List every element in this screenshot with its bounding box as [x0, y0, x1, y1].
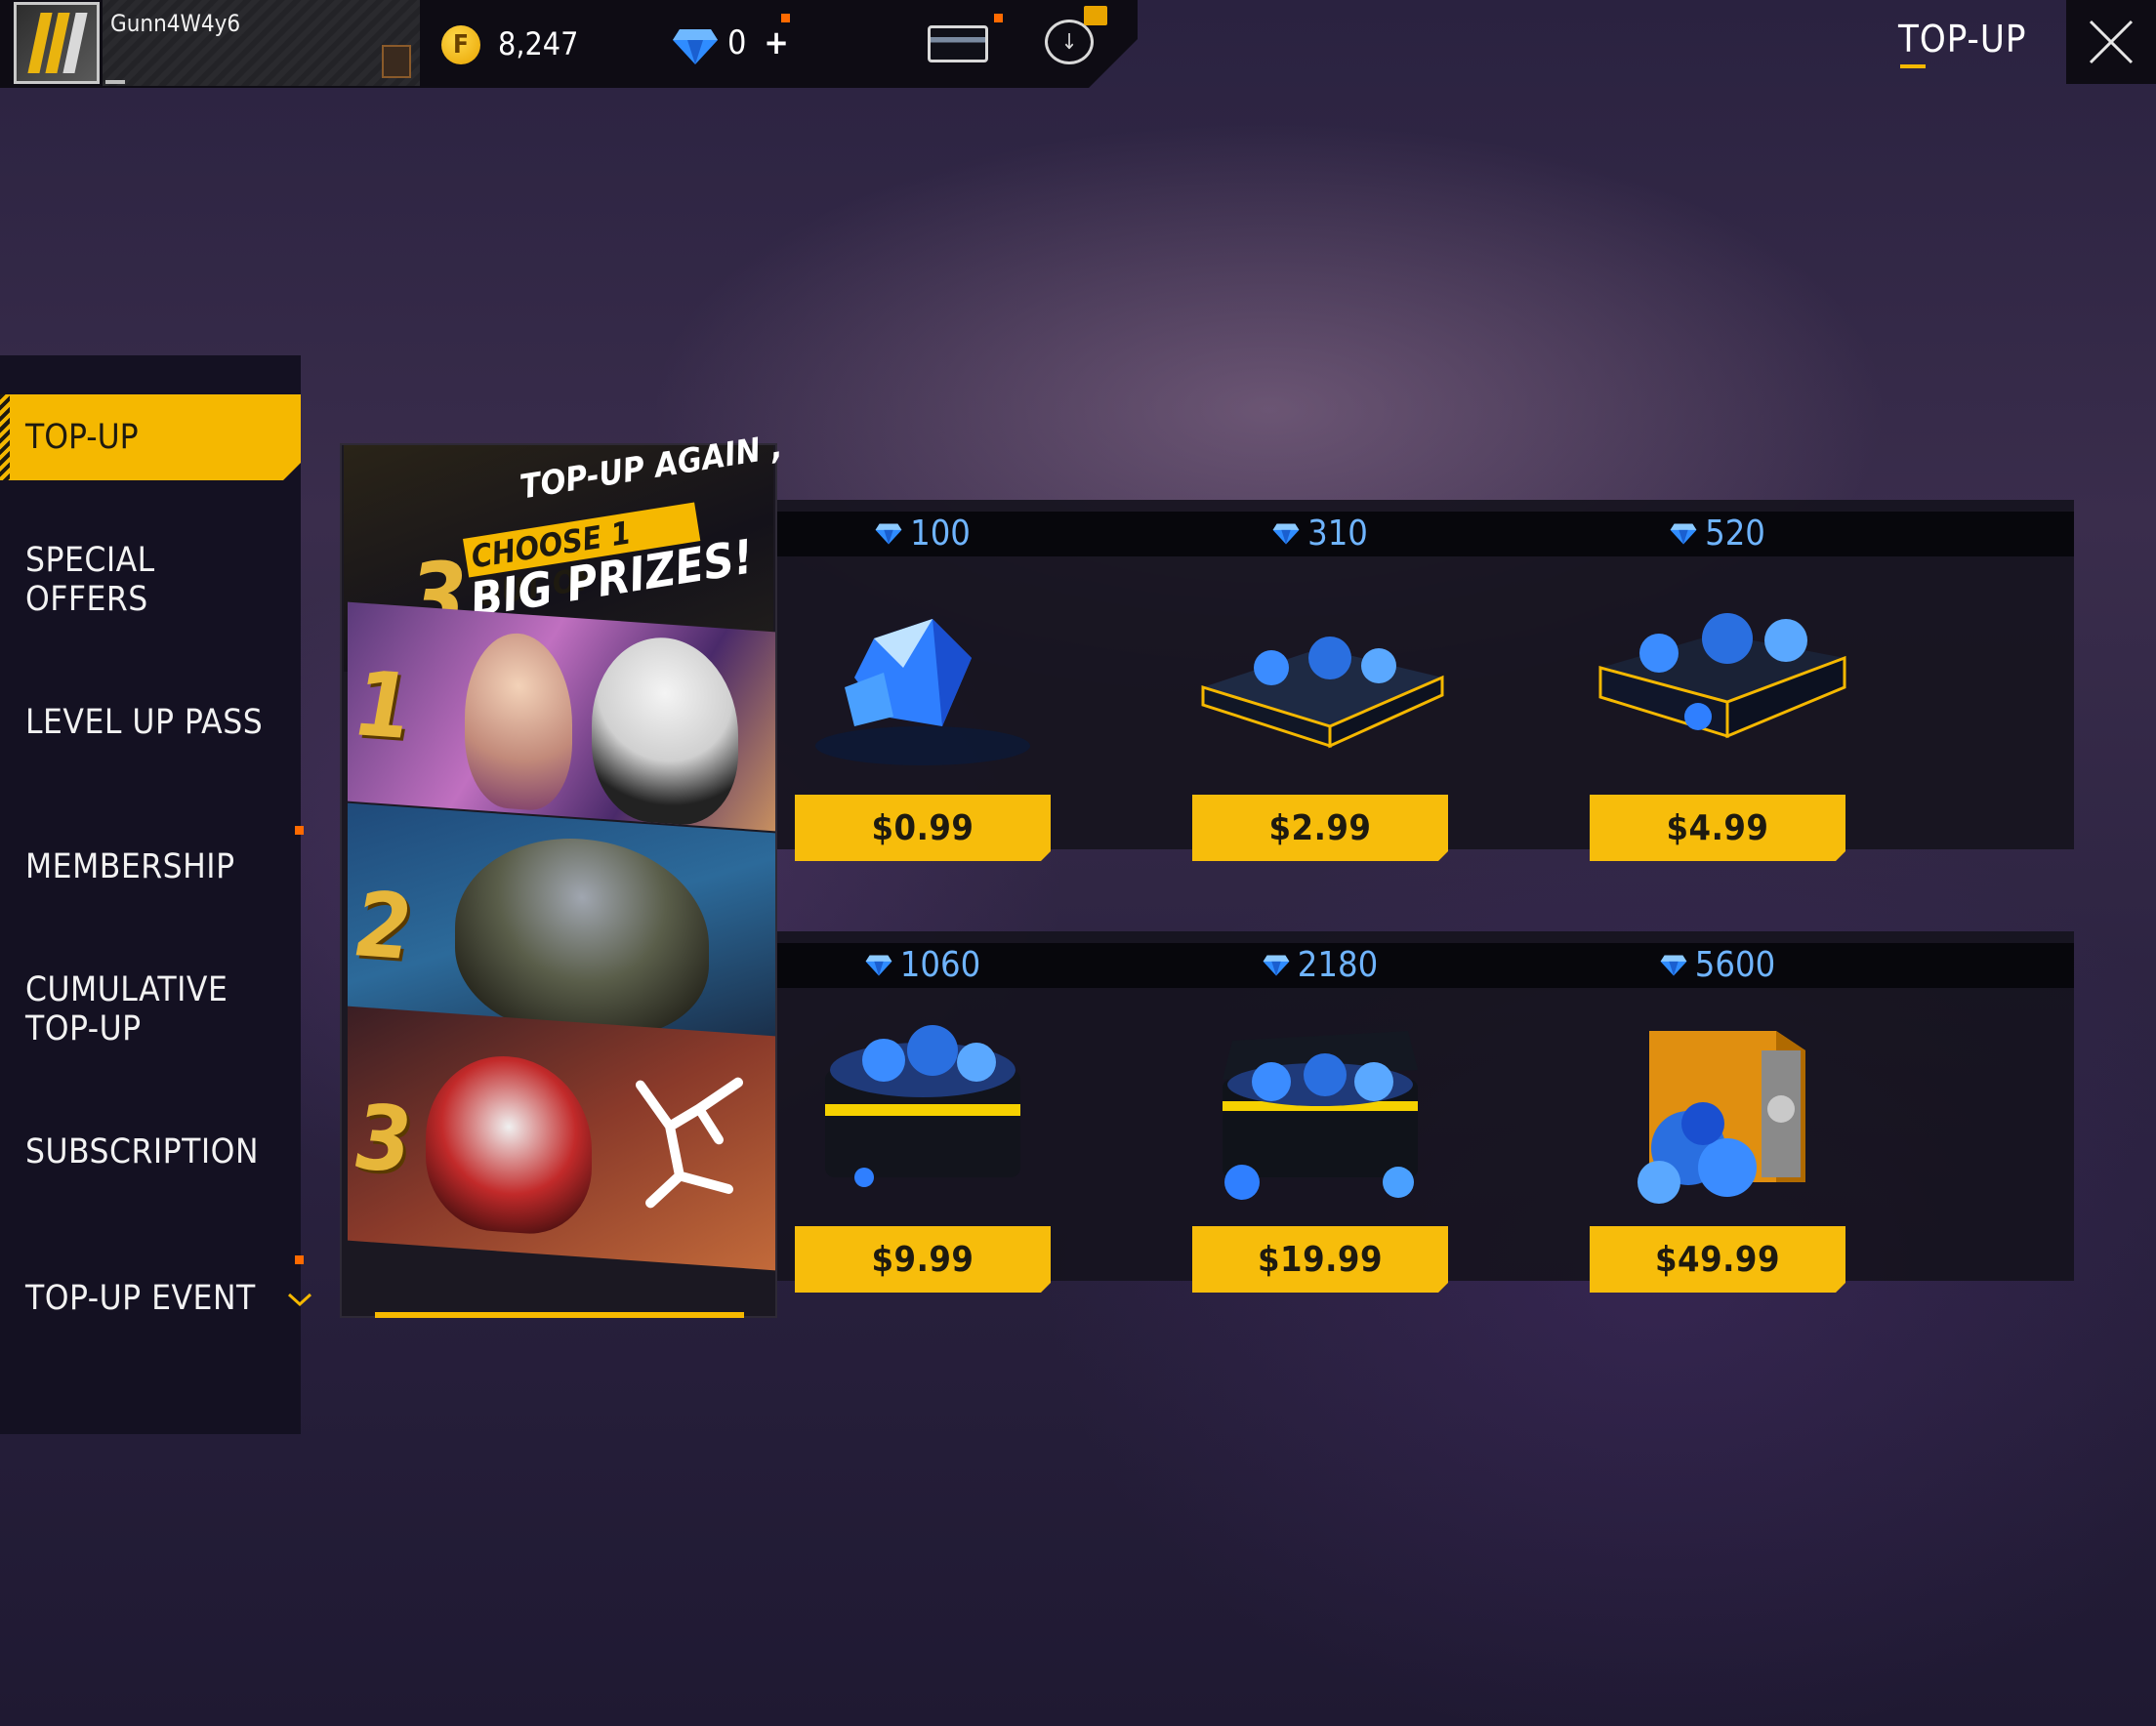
buy-price-button[interactable]: $0.99	[795, 795, 1051, 861]
diamond-icon	[865, 955, 892, 976]
diamond-balance[interactable]: 0 +	[727, 23, 789, 62]
sidebar-item-subscription[interactable]: SUBSCRIPTION	[25, 1132, 259, 1171]
sidebar-item-membership[interactable]: MEMBERSHIP	[25, 847, 235, 886]
prize-number: 1	[355, 651, 412, 760]
diamond-amount: 1060	[727, 946, 1118, 985]
diamond-icon	[875, 523, 902, 545]
diamond-amount-value: 310	[1307, 514, 1368, 554]
gift-icon	[1084, 6, 1107, 25]
username: Gunn4W4y6	[110, 10, 241, 37]
gold-balance: 8,247	[498, 25, 579, 62]
level-progress-bar	[105, 80, 125, 84]
sidebar-item-special-offers[interactable]: SPECIAL OFFERS	[25, 541, 155, 619]
notification-dot	[295, 1255, 304, 1264]
diamond-amount: 5600	[1522, 946, 1913, 985]
sidebar-item-level-up-pass[interactable]: LEVEL UP PASS	[25, 703, 263, 742]
notification-dot	[295, 826, 304, 835]
diamond-balance-value: 0	[727, 23, 747, 62]
close-icon	[2089, 20, 2134, 64]
sidebar-item-label: TOP-UP EVENT	[25, 1279, 256, 1318]
diamond-pack-image	[786, 580, 1059, 775]
notification-dot	[781, 14, 790, 22]
diamond-amount-value: 520	[1705, 514, 1765, 554]
buy-price-button[interactable]: $49.99	[1590, 1226, 1845, 1293]
prize-1-card[interactable]: 1	[348, 601, 775, 832]
diamond-pack-tile[interactable]: 5600 $49.99	[1522, 943, 1913, 1294]
add-diamonds-button[interactable]: +	[764, 23, 789, 62]
diamond-amount-value: 1060	[899, 945, 981, 985]
sidebar-item-top-up-event[interactable]: TOP-UP EVENT	[25, 1279, 312, 1318]
page-title: TOP-UP	[1898, 18, 2027, 61]
payment-card-icon[interactable]	[928, 25, 988, 62]
diamond-pack-image	[1183, 580, 1457, 775]
sidebar	[0, 355, 301, 1434]
diamond-icon	[1660, 955, 1687, 976]
diamond-pack-tile[interactable]: 2180 $19.99	[1125, 943, 1515, 1294]
prize-3-card[interactable]: 3	[348, 1006, 775, 1271]
diamond-amount-value: 2180	[1297, 945, 1379, 985]
diamond-pack-tile[interactable]: 520 $4.99	[1522, 512, 1913, 863]
character-panda-image	[592, 633, 738, 829]
page-title-underline	[1900, 64, 1926, 68]
buy-price-button[interactable]: $4.99	[1590, 795, 1845, 861]
sidebar-item-label: TOP-UP	[25, 418, 139, 457]
banner-progress-bar	[375, 1312, 744, 1318]
character-girl-image	[465, 630, 572, 813]
diamond-amount: 310	[1125, 514, 1515, 554]
prize-2-card[interactable]: 2	[348, 802, 775, 1039]
character-armored-image	[455, 830, 709, 1039]
cloud-download-icon[interactable]: ↓	[1045, 20, 1094, 64]
chevron-down-icon	[288, 1293, 312, 1307]
diamond-icon	[1272, 523, 1300, 545]
diamond-amount: 2180	[1125, 946, 1515, 985]
buy-price-button[interactable]: $19.99	[1192, 1226, 1448, 1293]
diamond-pack-tile[interactable]: 100 $0.99	[727, 512, 1118, 863]
diamond-pack-tile[interactable]: 1060 $9.99	[727, 943, 1118, 1294]
diamond-amount-value: 100	[910, 514, 971, 554]
avatar[interactable]	[14, 2, 100, 84]
buy-price-button[interactable]: $2.99	[1192, 795, 1448, 861]
diamond-pack-tile[interactable]: 310 $2.99	[1125, 512, 1515, 863]
diamond-amount: 100	[727, 514, 1118, 554]
diamond-icon	[673, 29, 718, 64]
diamond-icon	[1670, 523, 1697, 545]
rank-badge-icon	[382, 45, 411, 78]
diamond-amount: 520	[1522, 514, 1913, 554]
character-mascot-image	[426, 1050, 592, 1239]
prize-number: 3	[355, 1085, 412, 1194]
gold-coin-icon: F	[441, 25, 480, 64]
active-marker	[0, 394, 10, 480]
diamond-pack-image	[1581, 1011, 1854, 1207]
diamond-icon	[1263, 955, 1290, 976]
diamond-pack-image	[1183, 1011, 1457, 1207]
diamond-pack-image	[1581, 580, 1854, 775]
notification-dot	[994, 14, 1003, 22]
close-button[interactable]	[2066, 0, 2156, 84]
sidebar-item-cumulative-top-up[interactable]: CUMULATIVE TOP-UP	[25, 970, 228, 1048]
diamond-pack-image	[786, 1011, 1059, 1207]
prize-number: 2	[355, 872, 412, 981]
diamond-amount-value: 5600	[1694, 945, 1776, 985]
buy-price-button[interactable]: $9.99	[795, 1226, 1051, 1293]
